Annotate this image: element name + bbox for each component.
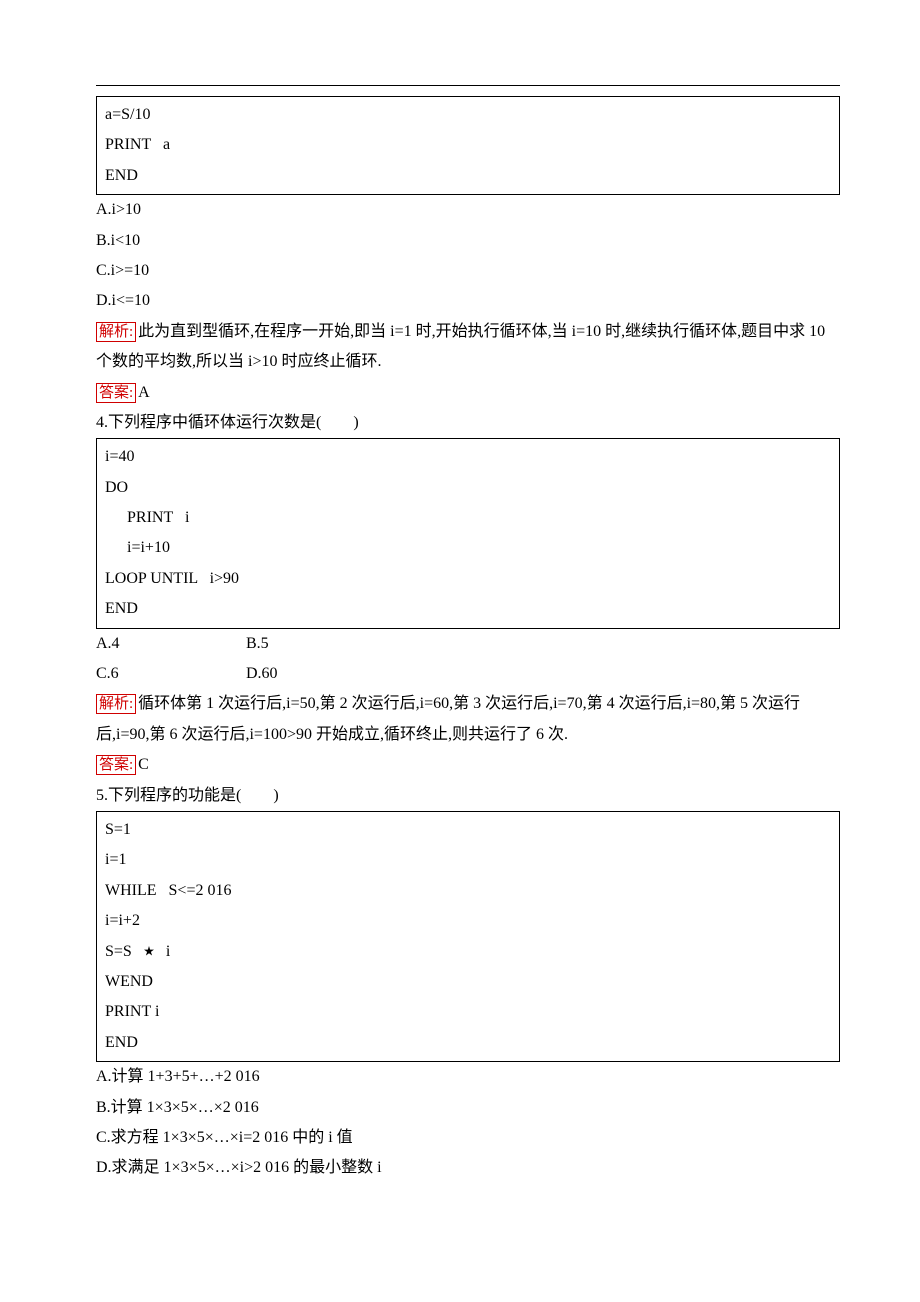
q4-stem: 4.下列程序中循环体运行次数是( ) <box>96 408 840 438</box>
analysis-text: 此为直到型循环,在程序一开始,即当 i=1 时,开始执行循环体,当 i=10 时… <box>96 323 825 370</box>
option-b: B.i<10 <box>96 226 840 256</box>
answer-tag: 答案: <box>96 383 136 403</box>
analysis-tag: 解析: <box>96 322 136 342</box>
code-block-q5: S=1 i=1 WHILE S<=2 016 i=i+2 S=S i WEND … <box>96 811 840 1062</box>
code-text: i <box>166 943 170 960</box>
code-line: WHILE S<=2 016 <box>105 876 831 906</box>
q5-stem: 5.下列程序的功能是( ) <box>96 781 840 811</box>
code-line: PRINT i <box>105 503 831 533</box>
answer-text: C <box>138 756 149 773</box>
option-c: C.i>=10 <box>96 256 840 286</box>
answer-a: 答案:A <box>96 378 840 408</box>
code-line: i=40 <box>105 442 831 472</box>
analysis-a: 解析:此为直到型循环,在程序一开始,即当 i=1 时,开始执行循环体,当 i=1… <box>96 317 840 378</box>
answer-text: A <box>138 384 150 401</box>
option-a: A.i>10 <box>96 195 840 225</box>
analysis-text: 循环体第 1 次运行后,i=50,第 2 次运行后,i=60,第 3 次运行后,… <box>96 695 800 742</box>
code-line: i=1 <box>105 845 831 875</box>
code-line: WEND <box>105 967 831 997</box>
document-page: a=S/10 PRINT a END A.i>10 B.i<10 C.i>=10… <box>0 0 920 1302</box>
answer-tag: 答案: <box>96 755 136 775</box>
code-line: a=S/10 <box>105 100 831 130</box>
q4-answer: 答案:C <box>96 750 840 780</box>
code-line: i=i+2 <box>105 906 831 936</box>
q4-option-c: C.6 <box>96 659 246 689</box>
code-line: i=i+10 <box>105 533 831 563</box>
code-text: S=S <box>105 943 132 960</box>
analysis-tag: 解析: <box>96 694 136 714</box>
q5-option-b: B.计算 1×3×5×…×2 016 <box>96 1093 840 1123</box>
header-rule <box>96 85 840 86</box>
code-line: PRINT i <box>105 997 831 1027</box>
q5-option-c: C.求方程 1×3×5×…×i=2 016 中的 i 值 <box>96 1123 840 1153</box>
code-line: PRINT a <box>105 130 831 160</box>
option-d: D.i<=10 <box>96 286 840 316</box>
code-line: S=1 <box>105 815 831 845</box>
code-line-ssi: S=S i <box>105 937 831 967</box>
code-line: END <box>105 594 831 624</box>
code-line: LOOP UNTIL i>90 <box>105 564 831 594</box>
code-line: END <box>105 161 831 191</box>
code-block-q4: i=40 DO PRINT i i=i+10 LOOP UNTIL i>90 E… <box>96 438 840 628</box>
code-line: DO <box>105 473 831 503</box>
q4-analysis: 解析:循环体第 1 次运行后,i=50,第 2 次运行后,i=60,第 3 次运… <box>96 689 840 750</box>
q4-options-row2: C.6 D.60 <box>96 659 840 689</box>
star-icon <box>144 937 154 967</box>
q4-option-a: A.4 <box>96 629 246 659</box>
q5-option-a: A.计算 1+3+5+…+2 016 <box>96 1062 840 1092</box>
code-line: END <box>105 1028 831 1058</box>
q4-options-row1: A.4 B.5 <box>96 629 840 659</box>
q5-option-d: D.求满足 1×3×5×…×i>2 016 的最小整数 i <box>96 1153 840 1183</box>
q4-option-d: D.60 <box>246 659 396 689</box>
code-block-a: a=S/10 PRINT a END <box>96 96 840 195</box>
q4-option-b: B.5 <box>246 629 396 659</box>
